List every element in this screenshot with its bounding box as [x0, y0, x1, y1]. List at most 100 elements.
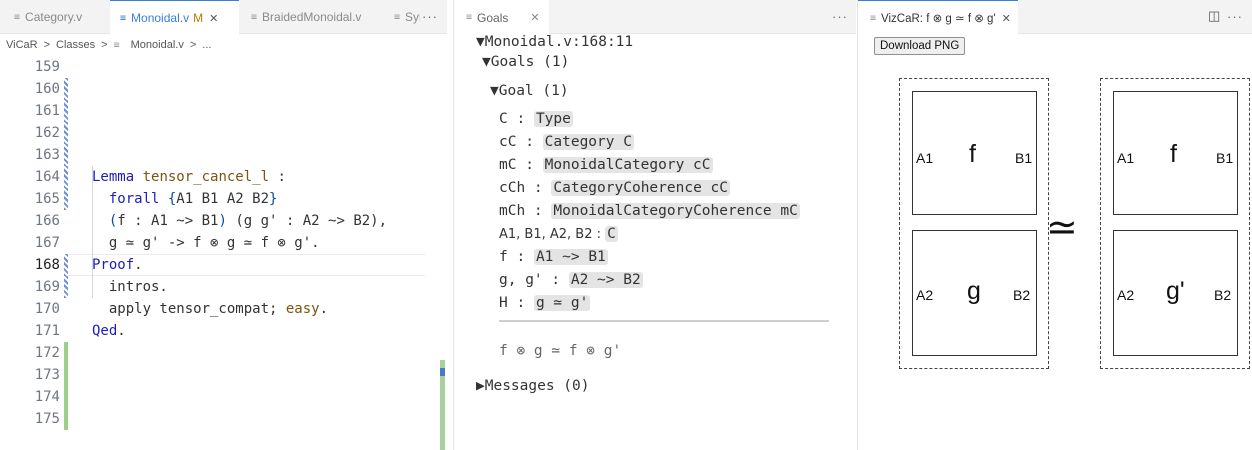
hypothesis-type[interactable]: A1 ~> B1 [533, 249, 608, 265]
breadcrumb-item[interactable]: ... [202, 39, 211, 51]
close-icon[interactable]: ✕ [209, 12, 218, 25]
input-label: A2 [1117, 287, 1135, 303]
line-number: 163 [34, 147, 60, 163]
goal-toggle[interactable]: ▼Goal (1) [490, 81, 569, 101]
line-number: 172 [34, 345, 60, 361]
output-label: B2 [1214, 287, 1232, 303]
breadcrumb-separator: > [101, 39, 108, 51]
gutter-change-marker [64, 100, 68, 122]
goals-tab-bar: ≡ Goals ✕ ··· [454, 0, 856, 35]
code-line: 162 [0, 122, 447, 144]
messages-toggle[interactable]: ▶Messages (0) [476, 376, 590, 396]
close-icon[interactable]: ✕ [1002, 12, 1011, 25]
gutter-change-marker [64, 144, 68, 166]
tab-label: VizCaR: f ⊗ g ≃ f ⊗ g' [881, 13, 996, 25]
tab-label: BraidedMonoidal.v [262, 10, 362, 24]
hypothesis-type[interactable]: A2 ~> B2 [568, 272, 643, 288]
input-label: A1 [1117, 150, 1135, 166]
line-number: 164 [34, 169, 60, 185]
hypothesis-type[interactable]: g ≃ g' [533, 295, 591, 311]
line-number: 169 [34, 279, 60, 295]
code-line: 172 [0, 342, 447, 364]
morphism-label: f [969, 140, 976, 168]
line-number: 160 [34, 81, 60, 97]
close-icon[interactable]: ✕ [530, 11, 539, 24]
tab-syr[interactable]: ≡ Syr [380, 0, 420, 34]
morphism-label: g' [1166, 277, 1185, 305]
hypothesis: mC : MonoidalCategory cC [499, 157, 713, 173]
code-line: 170 Qed. [0, 298, 447, 339]
gutter-change-marker [64, 276, 68, 298]
line-number: 173 [34, 367, 60, 383]
goals-toggle[interactable]: ▼Goals (1) [482, 52, 569, 72]
download-png-button[interactable]: Download PNG [874, 37, 966, 55]
split-editor-icon[interactable]: ◫ [1208, 8, 1220, 24]
tab-category[interactable]: ≡ Category.v [0, 0, 110, 34]
more-icon[interactable]: ··· [1227, 9, 1243, 24]
hypothesis-type[interactable]: Category C [542, 134, 634, 150]
line-number: 170 [34, 301, 60, 317]
gutter-added-marker [64, 342, 68, 364]
hypothesis: cCh : CategoryCoherence cC [499, 180, 730, 196]
code-line: 164 forall {A1 B1 A2 B2} [0, 166, 447, 207]
line-number: 161 [34, 103, 60, 119]
scrollbar-marker [440, 368, 445, 376]
tab-label: Syr [405, 10, 420, 24]
hypothesis-type[interactable]: Type [533, 111, 573, 127]
gutter-change-marker [64, 254, 68, 276]
file-icon: ≡ [113, 39, 120, 51]
viz-tab-bar: ≡ VizCaR: f ⊗ g ≃ f ⊗ g' ✕ ◫ ··· [858, 0, 1252, 35]
breadcrumb-item[interactable]: ViCaR [6, 39, 38, 51]
hypothesis: g, g' : A2 ~> B2 [499, 272, 643, 288]
breadcrumb-separator: > [189, 39, 197, 51]
code-line: 173 [0, 364, 447, 386]
right-diagram: A1 f B1 A2 g' B2 [1100, 78, 1250, 369]
breadcrumb-item[interactable]: Monoidal.v [131, 39, 184, 51]
file-icon: ≡ [466, 12, 473, 23]
window: ≡ Category.v ≡ Monoidal.v M ✕ ≡ BraidedM… [0, 0, 1252, 450]
hypothesis-type[interactable]: MonoidalCategory cC [542, 157, 713, 173]
tab-label: Goals [477, 10, 509, 25]
file-icon: ≡ [14, 11, 21, 23]
hypothesis-type[interactable]: MonoidalCategoryCoherence mC [551, 203, 800, 219]
file-icon: ≡ [251, 11, 258, 23]
gutter-added-marker [64, 408, 68, 430]
viz-pane: ≡ VizCaR: f ⊗ g ≃ f ⊗ g' ✕ ◫ ··· Downloa… [857, 0, 1252, 450]
tab-vizcar[interactable]: ≡ VizCaR: f ⊗ g ≃ f ⊗ g' ✕ [858, 0, 1018, 35]
code-line: 169 apply tensor_compat; easy. [0, 276, 447, 317]
hypothesis-type[interactable]: CategoryCoherence cC [551, 180, 730, 196]
tab-label: Monoidal.v [131, 11, 190, 25]
output-label: B1 [1015, 150, 1033, 166]
breadcrumb-separator: > [43, 39, 51, 51]
morphism-label: f [1170, 140, 1177, 168]
input-label: A2 [916, 287, 934, 303]
line-number: 166 [34, 213, 60, 229]
tab-goals[interactable]: ≡ Goals ✕ [454, 0, 549, 35]
line-number: 167 [34, 235, 60, 251]
morphism-box-g: A2 g B2 [912, 230, 1037, 356]
gutter-change-marker [64, 122, 68, 144]
gutter-change-marker [64, 78, 68, 100]
code-line: 171 [0, 320, 447, 342]
code-line: 159 [0, 56, 447, 78]
gutter-change-marker [64, 166, 68, 188]
more-icon[interactable]: ··· [832, 9, 848, 24]
input-label: A1 [916, 150, 934, 166]
modified-badge: M [193, 11, 204, 25]
code-line: 166 g ≃ g' -> f ⊗ g ≃ f ⊗ g'. [0, 210, 447, 251]
tab-monoidal[interactable]: ≡ Monoidal.v M ✕ [110, 0, 239, 35]
location-header[interactable]: ▼Monoidal.v:168:11 [476, 32, 633, 52]
line-number: 168 [34, 257, 60, 273]
gutter-added-marker [64, 386, 68, 408]
tab-braided-monoidal[interactable]: ≡ BraidedMonoidal.v [239, 0, 380, 34]
more-icon[interactable]: ··· [422, 9, 438, 24]
goal-separator [499, 320, 829, 322]
morphism-box-f: A1 f B1 [912, 91, 1037, 215]
hypothesis-type[interactable]: C [605, 226, 618, 242]
gutter-change-marker [64, 188, 68, 210]
file-icon: ≡ [870, 12, 877, 24]
line-number: 175 [34, 411, 60, 427]
tab-label: Category.v [25, 10, 83, 24]
breadcrumb-item[interactable]: Classes [56, 39, 95, 51]
goal-conclusion[interactable]: f ⊗ g ≃ f ⊗ g' [499, 341, 621, 361]
